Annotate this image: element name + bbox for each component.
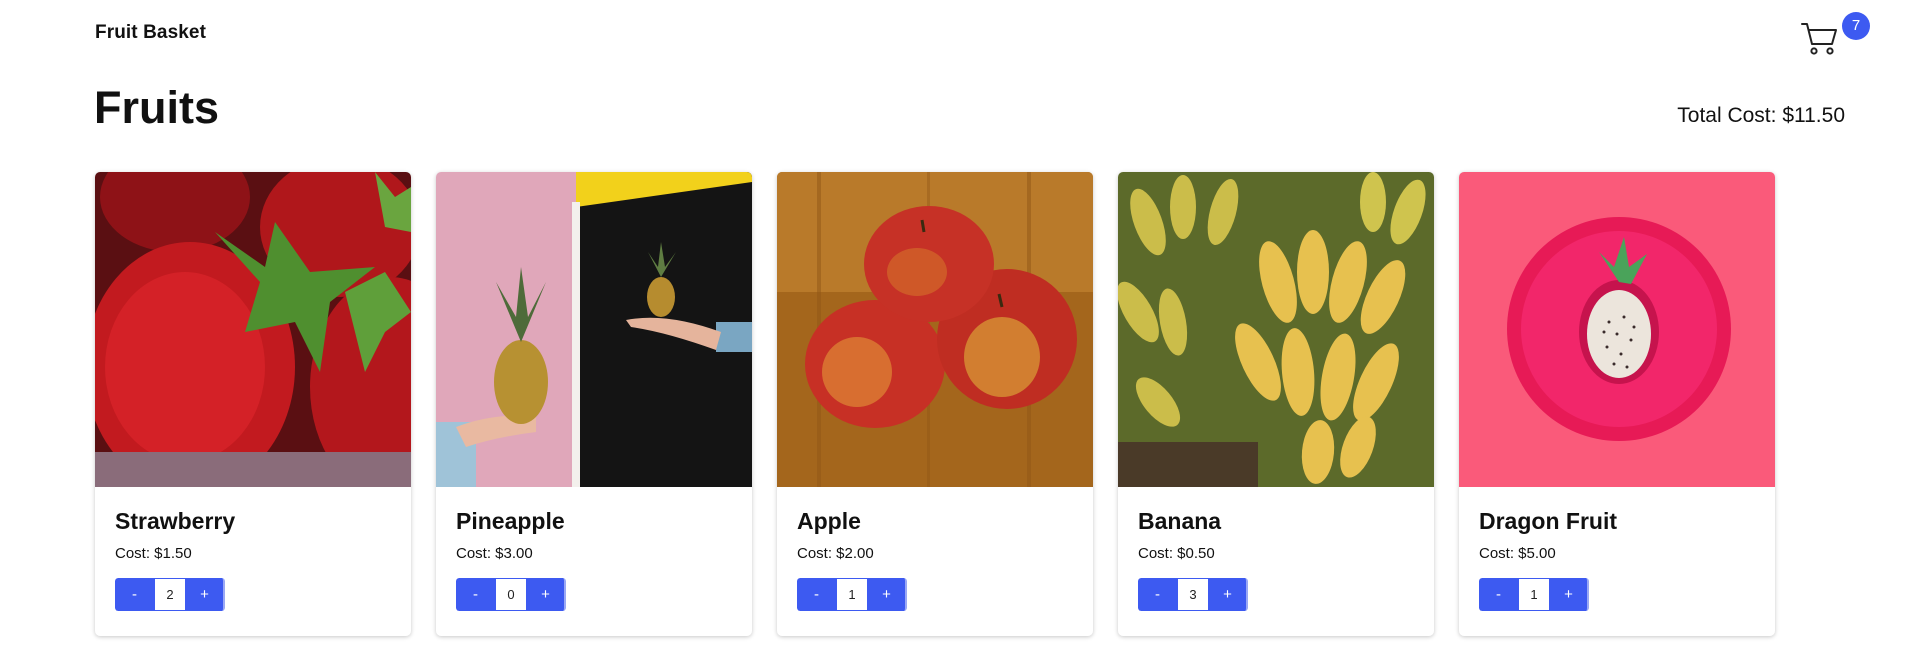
quantity-value[interactable]: 1 <box>1518 578 1550 611</box>
decrement-button[interactable]: - <box>1479 578 1518 611</box>
product-name: Apple <box>797 508 861 534</box>
product-name: Dragon Fruit <box>1479 508 1617 534</box>
decrement-button[interactable]: - <box>797 578 836 611</box>
shopping-cart-icon <box>1801 23 1837 55</box>
quantity-stepper: - 1 + <box>797 578 907 611</box>
decrement-button[interactable]: - <box>1138 578 1177 611</box>
decrement-button[interactable]: - <box>115 578 154 611</box>
banana-image <box>1118 172 1434 487</box>
product-cost: Cost: $1.50 <box>115 545 192 562</box>
product-cost: Cost: $0.50 <box>1138 545 1215 562</box>
increment-button[interactable]: + <box>527 578 566 611</box>
quantity-stepper: - 3 + <box>1138 578 1248 611</box>
strawberry-image <box>95 172 411 487</box>
pineapple-image <box>436 172 752 487</box>
page-title: Fruits <box>94 82 220 133</box>
product-name: Strawberry <box>115 508 236 534</box>
increment-button[interactable]: + <box>1550 578 1589 611</box>
product-card-banana: Banana Cost: $0.50 - 3 + <box>1118 172 1434 636</box>
dragon-fruit-image <box>1459 172 1775 487</box>
increment-button[interactable]: + <box>186 578 225 611</box>
apple-image <box>777 172 1093 487</box>
quantity-stepper: - 0 + <box>456 578 566 611</box>
quantity-value[interactable]: 0 <box>495 578 527 611</box>
quantity-value[interactable]: 3 <box>1177 578 1209 611</box>
increment-button[interactable]: + <box>1209 578 1248 611</box>
quantity-stepper: - 2 + <box>115 578 225 611</box>
product-name: Pineapple <box>456 508 565 534</box>
product-cost: Cost: $3.00 <box>456 545 533 562</box>
product-grid: Strawberry Cost: $1.50 - 2 + Pineapple C… <box>95 172 1775 636</box>
product-card-pineapple: Pineapple Cost: $3.00 - 0 + <box>436 172 752 636</box>
product-cost: Cost: $2.00 <box>797 545 874 562</box>
total-cost-label: Total Cost: <box>1677 104 1777 127</box>
increment-button[interactable]: + <box>868 578 907 611</box>
brand-title: Fruit Basket <box>95 22 207 43</box>
quantity-value[interactable]: 1 <box>836 578 868 611</box>
product-card-strawberry: Strawberry Cost: $1.50 - 2 + <box>95 172 411 636</box>
total-cost-value: $11.50 <box>1782 104 1845 127</box>
product-name: Banana <box>1138 508 1222 534</box>
cart-count-badge: 7 <box>1842 12 1870 40</box>
product-cost: Cost: $5.00 <box>1479 545 1556 562</box>
product-card-dragon-fruit: Dragon Fruit Cost: $5.00 - 1 + <box>1459 172 1775 636</box>
cart-button[interactable]: 7 <box>1800 12 1870 62</box>
product-card-apple: Apple Cost: $2.00 - 1 + <box>777 172 1093 636</box>
quantity-stepper: - 1 + <box>1479 578 1589 611</box>
decrement-button[interactable]: - <box>456 578 495 611</box>
quantity-value[interactable]: 2 <box>154 578 186 611</box>
total-cost: Total Cost: $11.50 <box>1677 104 1845 128</box>
